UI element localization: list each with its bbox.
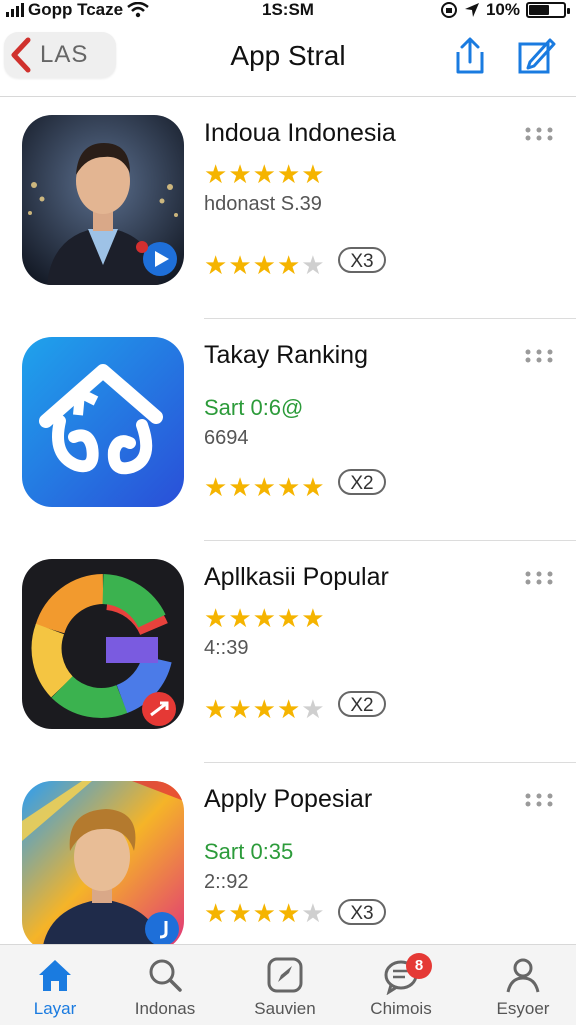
star-icon: ★	[228, 250, 252, 280]
star-icon: ★	[204, 694, 228, 724]
tab-layar[interactable]: Layar	[0, 949, 110, 1023]
status-time: 1S:SM	[262, 0, 314, 19]
star-icon: ★	[301, 159, 325, 189]
more-dots-icon[interactable]	[524, 571, 554, 585]
rating-stars: ★ ★ ★ ★ ★	[204, 252, 325, 278]
star-icon: ★	[204, 898, 228, 928]
more-dots-icon[interactable]	[524, 793, 554, 807]
person-icon	[506, 958, 540, 993]
star-icon: ★	[252, 898, 276, 928]
star-icon: ★	[252, 159, 276, 189]
app-status-green: Sart 0:6@	[204, 395, 304, 420]
list-item[interactable]: Apllkasii Popular ★ ★ ★ ★ ★ 4::39 ★ ★ ★ ★ ★ X2	[0, 541, 576, 763]
app-icon-house-swirl-icon[interactable]	[22, 337, 184, 507]
star-icon: ★	[204, 603, 228, 633]
star-icon: ★	[228, 898, 252, 928]
app-subtitle: 6694	[204, 427, 249, 449]
wifi-icon	[127, 2, 149, 18]
lock-rotation-icon	[440, 2, 457, 18]
tab-label: Chimois	[370, 999, 432, 1018]
tab-label: Layar	[33, 999, 77, 1018]
star-icon: ★	[228, 694, 252, 724]
tab-label: Sauvien	[254, 999, 316, 1018]
app-name[interactable]: Indoua Indonesia	[204, 119, 396, 148]
star-icon: ★	[204, 250, 228, 280]
list-item[interactable]: Indoua Indonesia ★ ★ ★ ★ ★ hdonast S.39 ★ ★ ★ ★…	[0, 97, 576, 319]
star-icon: ★	[252, 694, 276, 724]
cellular-signal-icon	[6, 3, 24, 17]
rating-stars: ★ ★ ★ ★ ★	[204, 696, 325, 722]
notification-badge: 8	[406, 953, 432, 979]
multiplier-badge: X2	[338, 469, 386, 495]
compose-icon[interactable]	[516, 36, 556, 76]
app-name[interactable]: Apply Popesiar	[204, 785, 372, 814]
more-dots-icon[interactable]	[524, 349, 554, 363]
star-icon: ★	[228, 472, 252, 502]
status-bar: Gopp Tcaze 1S:SM 10%	[0, 0, 576, 22]
star-icon: ★	[301, 472, 325, 502]
status-right: 10%	[440, 0, 570, 20]
multiplier-badge: X2	[338, 691, 386, 717]
battery-percent: 10%	[485, 0, 520, 19]
more-dots-icon[interactable]	[524, 127, 554, 141]
app-subtitle: 2::92	[204, 871, 249, 893]
star-icon: ★	[276, 898, 301, 928]
star-icon: ★	[276, 250, 301, 280]
compass-icon	[267, 957, 303, 993]
rating-stars: ★ ★ ★ ★ ★	[204, 474, 325, 500]
carrier-name: Gopp Tcaze	[28, 0, 124, 19]
star-icon: ★	[301, 694, 325, 724]
star-icon: ★	[276, 603, 301, 633]
app-icon-person-portrait-icon[interactable]	[22, 115, 184, 285]
tab-esyoer[interactable]: Esyoer	[468, 949, 576, 1023]
list-item[interactable]: Takay Ranking Sart 0:6@ 6694 ★ ★ ★ ★ ★ X2	[0, 319, 576, 541]
app-icon-person-portrait-icon[interactable]	[22, 781, 184, 951]
star-icon: ★	[252, 603, 276, 633]
star-icon: ★	[276, 694, 301, 724]
tab-bar: Layar Indonas Sauvien 8 Chimois Esyoer	[0, 944, 576, 1025]
rating-stars: ★ ★ ★ ★ ★	[204, 161, 325, 187]
star-icon: ★	[301, 250, 325, 280]
tab-sauvien[interactable]: Sauvien	[230, 949, 340, 1023]
star-icon: ★	[228, 603, 252, 633]
app-icon-rainbow-g-icon[interactable]	[22, 559, 184, 729]
star-icon: ★	[276, 472, 301, 502]
star-icon: ★	[204, 159, 228, 189]
battery-icon	[526, 2, 570, 18]
location-arrow-icon	[464, 3, 479, 17]
tab-indonas[interactable]: Indonas	[110, 949, 220, 1023]
person-portrait-icon	[22, 781, 184, 951]
star-icon: ★	[276, 159, 301, 189]
search-icon	[149, 959, 182, 992]
star-icon: ★	[204, 472, 228, 502]
tab-label: Esyoer	[496, 999, 550, 1018]
star-icon: ★	[252, 472, 276, 502]
app-subtitle: 4::39	[204, 637, 249, 659]
status-left: Gopp Tcaze	[6, 0, 149, 20]
star-icon: ★	[228, 159, 252, 189]
app-subtitle: hdonast S.39	[204, 193, 322, 215]
multiplier-badge: X3	[338, 899, 386, 925]
app-name[interactable]: Takay Ranking	[204, 341, 368, 370]
tab-chimois[interactable]: 8 Chimois	[346, 949, 456, 1023]
rating-stars: ★ ★ ★ ★ ★	[204, 605, 325, 631]
app-status-green: Sart 0:35	[204, 839, 294, 864]
multiplier-badge: X3	[338, 247, 386, 273]
navigation-bar: LAS App Stral	[0, 26, 576, 97]
star-icon: ★	[301, 898, 325, 928]
house-swirl-icon	[22, 337, 184, 507]
share-icon[interactable]	[450, 36, 490, 76]
tab-label: Indonas	[134, 999, 196, 1018]
rating-stars: ★ ★ ★ ★ ★	[204, 900, 325, 926]
app-name[interactable]: Apllkasii Popular	[204, 563, 389, 592]
home-icon	[39, 960, 71, 991]
rainbow-g-icon	[22, 559, 184, 729]
person-portrait-icon	[22, 115, 184, 285]
star-icon: ★	[252, 250, 276, 280]
star-icon: ★	[301, 603, 325, 633]
